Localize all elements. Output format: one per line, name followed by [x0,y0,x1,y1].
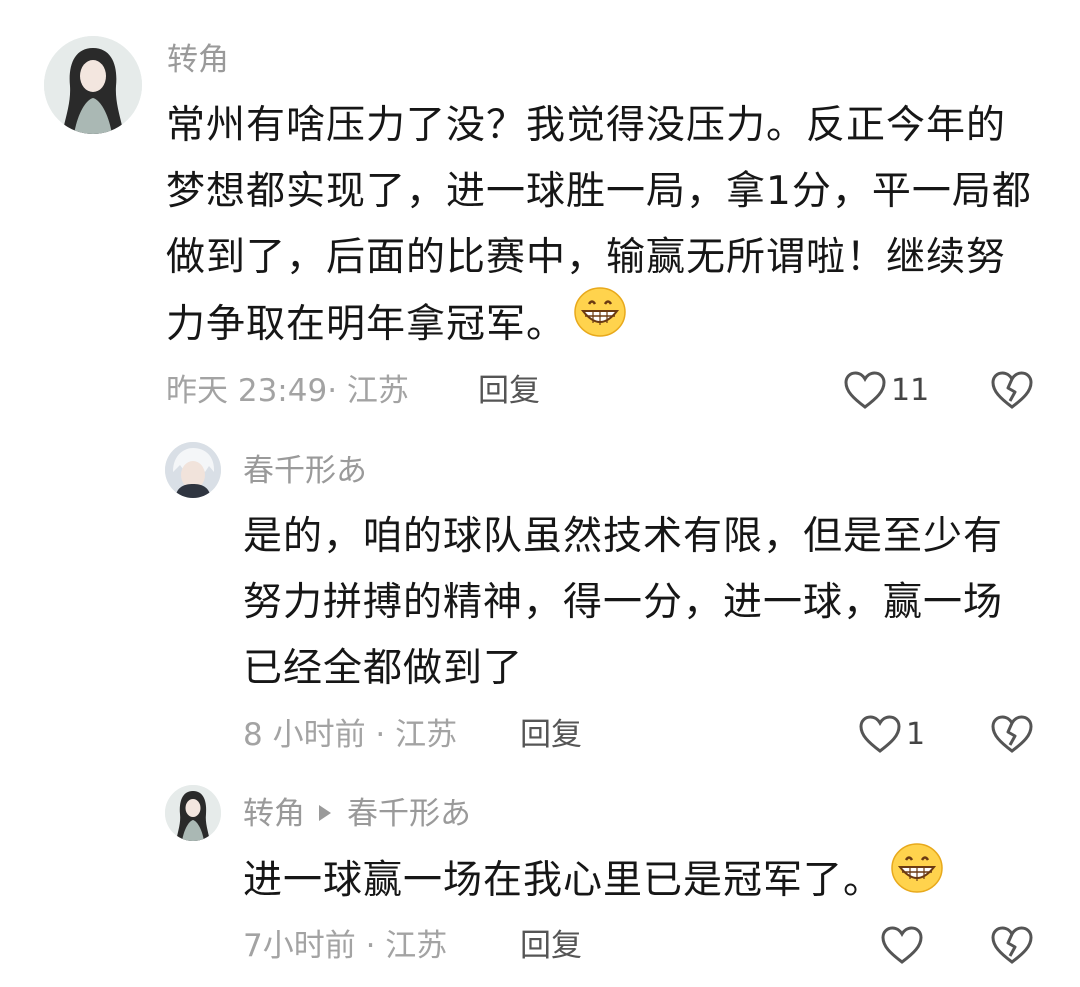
comment-text-line: 梦想都实现了，进一球胜一局，拿1分，平一局都 [166,169,1032,214]
reply-button[interactable]: 回复 [520,926,582,966]
avatar[interactable] [165,442,221,498]
comment-timestamp: 昨天 23:49· 江苏 [166,373,409,409]
heart-icon [859,715,901,753]
comment-text-line: 努力拼搏的精神，得一分，进一球，赢一场 [243,580,1004,625]
dislike-button[interactable] [990,714,1034,758]
avatar[interactable] [165,785,221,841]
comment-text-line: 已经全都做到了 [243,646,524,691]
like-count: 1 [906,716,926,752]
comment-author[interactable]: 春千形あ [243,451,367,491]
reply-to-author[interactable]: 春千形あ [347,796,471,832]
comment-text-line: 常州有啥压力了没？我觉得没压力。反正今年的 [166,103,1007,148]
comment-text: 是的，咱的球队虽然技术有限，但是至少有 努力拼搏的精神，得一分，进一球，赢一场 … [243,504,1003,702]
like-button[interactable]: 1 [858,714,925,754]
reply-button[interactable]: 回复 [520,715,582,755]
broken-heart-icon [991,926,1033,964]
like-button[interactable] [880,925,924,965]
broken-heart-icon [991,371,1033,409]
comment-text-line: 力争取在明年拿冠军。 [166,302,567,347]
like-count: 11 [891,372,930,408]
broken-heart-icon [991,715,1033,753]
comment-author-line: 转角 春千形あ [243,794,471,834]
comment-author[interactable]: 转角 [167,40,229,80]
comment-timestamp: 8 小时前 · 江苏 [243,717,458,753]
comment-text-line: 是的，咱的球队虽然技术有限，但是至少有 [243,514,1004,559]
comment-text-line: 进一球赢一场在我心里已是冠军了。 [243,858,884,903]
comment-text: 进一球赢一场在我心里已是冠军了。 [243,843,943,918]
reply-arrow-icon [319,804,331,821]
grinning-face-emoji [891,843,943,914]
comment-list: 转角 常州有啥压力了没？我觉得没压力。反正今年的 梦想都实现了，进一球胜一局，拿… [0,0,1080,987]
comment-text: 常州有啥压力了没？我觉得没压力。反正今年的 梦想都实现了，进一球胜一局，拿1分，… [166,93,1032,362]
heart-icon [844,371,886,409]
dislike-button[interactable] [990,925,1034,969]
heart-icon [881,926,923,964]
reply-button[interactable]: 回复 [478,371,540,411]
comment-author[interactable]: 转角 [243,796,305,832]
grinning-face-emoji [574,287,626,358]
comment-text-line: 做到了，后面的比赛中，输赢无所谓啦！继续努 [166,235,1007,280]
avatar[interactable] [44,36,142,134]
dislike-button[interactable] [990,370,1034,414]
like-button[interactable]: 11 [843,370,929,410]
comment-timestamp: 7小时前 · 江苏 [243,928,448,964]
